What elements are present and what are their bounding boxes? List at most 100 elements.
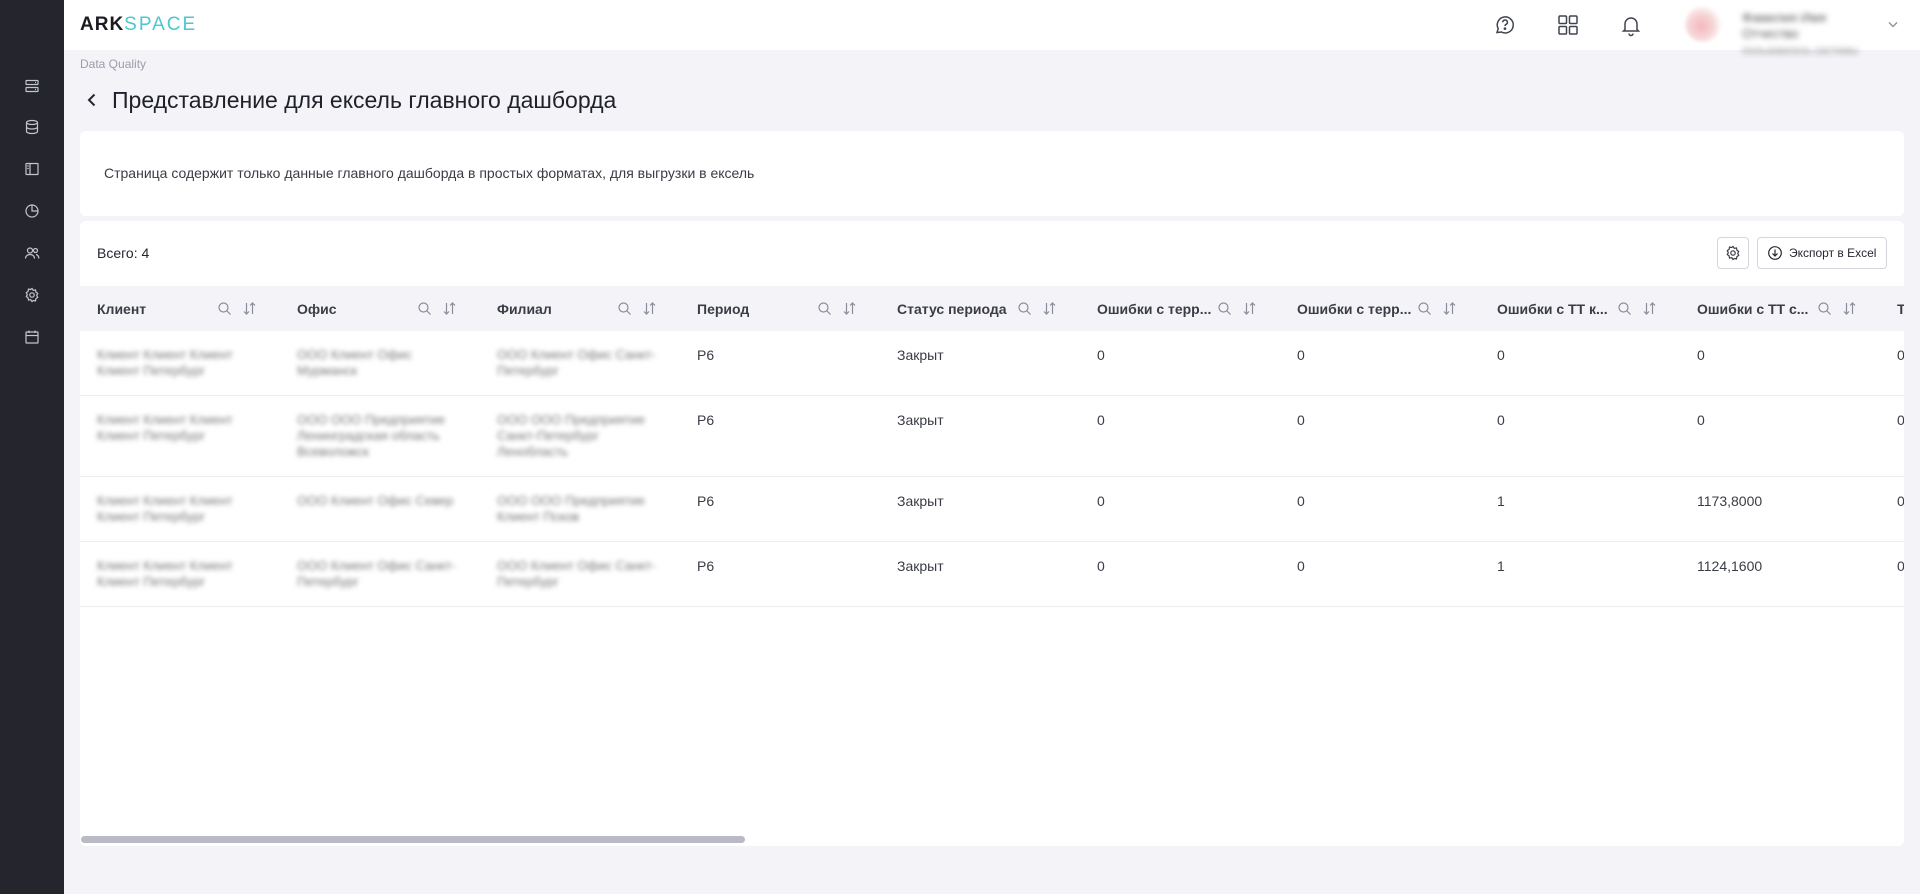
cell-branch: ООО Клиент Офис Санкт-Петербург xyxy=(497,347,656,378)
pie-icon[interactable] xyxy=(24,203,40,219)
cell-value: 0 xyxy=(1897,558,1904,574)
search-icon[interactable] xyxy=(1017,301,1032,316)
sort-icon[interactable] xyxy=(242,301,257,316)
export-excel-button[interactable]: Экспорт в Excel xyxy=(1757,237,1887,269)
cell-branch: ООО ООО Предприятие Клиент Псков xyxy=(497,493,646,524)
search-icon[interactable] xyxy=(1617,301,1632,316)
column-header-errors-tt-2: Ошибки с ТТ с... xyxy=(1680,286,1880,331)
search-icon[interactable] xyxy=(1817,301,1832,316)
cell-value: 1124,1600 xyxy=(1697,558,1763,574)
sort-icon[interactable] xyxy=(842,301,857,316)
cell-office: ООО Клиент Офис Мурманск xyxy=(297,347,412,378)
cell-value: 1 xyxy=(1497,493,1505,509)
table-row[interactable]: Клиент Клиент Клиент Клиент Петербург ОО… xyxy=(80,542,1904,607)
cell-period: P6 xyxy=(697,412,715,428)
cell-client: Клиент Клиент Клиент Клиент Петербург xyxy=(97,347,233,378)
column-header-truncated: Т xyxy=(1880,286,1904,331)
logo-part-space: SPACE xyxy=(124,14,198,35)
column-header-period-status: Статус периода xyxy=(880,286,1080,331)
cell-value: 0 xyxy=(1097,412,1105,428)
column-header-client: Клиент xyxy=(80,286,280,331)
sort-icon[interactable] xyxy=(1642,301,1657,316)
cell-branch: ООО ООО Предприятие Санкт-Петербург Лено… xyxy=(497,412,646,459)
gear-icon xyxy=(1726,245,1740,261)
panel-icon[interactable] xyxy=(24,161,40,177)
column-header-errors-tt-1: Ошибки с ТТ к... xyxy=(1480,286,1680,331)
sidebar xyxy=(0,0,64,894)
column-header-period: Период xyxy=(680,286,880,331)
cell-value: 0 xyxy=(1897,347,1904,363)
logo[interactable]: ARKSPACE xyxy=(80,14,197,36)
cell-status: Закрыт xyxy=(897,347,944,363)
users-icon[interactable] xyxy=(24,245,40,261)
description-text: Страница содержит только данные главного… xyxy=(104,165,755,181)
cell-value: 0 xyxy=(1297,412,1305,428)
column-label: Статус периода xyxy=(897,301,1007,317)
bell-icon[interactable] xyxy=(1619,13,1643,37)
total-count: Всего: 4 xyxy=(97,245,150,261)
cell-client: Клиент Клиент Клиент Клиент Петербург xyxy=(97,412,233,443)
column-label: Период xyxy=(697,301,750,317)
table-settings-button[interactable] xyxy=(1717,237,1749,269)
cell-period: P6 xyxy=(697,347,715,363)
search-icon[interactable] xyxy=(217,301,232,316)
cell-value: 0 xyxy=(1897,412,1904,428)
user-role: пользователь системы xyxy=(1742,45,1859,57)
cell-office: ООО Клиент Офис Санкт-Петербург xyxy=(297,558,456,589)
chevron-down-icon[interactable] xyxy=(1886,17,1900,31)
top-header: ARKSPACE Фамилия Имя Отчество пользовате… xyxy=(64,0,1920,57)
column-header-errors-territory-1: Ошибки с терр... xyxy=(1080,286,1280,331)
list-rows-icon[interactable] xyxy=(24,78,40,94)
column-header-office: Офис xyxy=(280,286,480,331)
table-row[interactable]: Клиент Клиент Клиент Клиент Петербург ОО… xyxy=(80,396,1904,477)
download-icon xyxy=(1768,246,1782,260)
user-name: Фамилия Имя Отчество xyxy=(1742,10,1827,41)
database-icon[interactable] xyxy=(24,119,40,135)
column-label: Офис xyxy=(297,301,337,317)
cell-value: 0 xyxy=(1497,347,1505,363)
horizontal-scrollbar[interactable] xyxy=(81,836,745,843)
gear-icon[interactable] xyxy=(24,287,40,303)
column-label: Т xyxy=(1897,301,1904,317)
sort-icon[interactable] xyxy=(1242,301,1257,316)
table-row[interactable]: Клиент Клиент Клиент Клиент Петербург ОО… xyxy=(80,477,1904,542)
sort-icon[interactable] xyxy=(442,301,457,316)
breadcrumb[interactable]: Data Quality xyxy=(80,57,146,71)
search-icon[interactable] xyxy=(1417,301,1432,316)
cell-value: 1173,8000 xyxy=(1697,493,1763,509)
search-icon[interactable] xyxy=(617,301,632,316)
user-info[interactable]: Фамилия Имя Отчество пользователь систем… xyxy=(1742,10,1862,57)
description-card: Страница содержит только данные главного… xyxy=(80,131,1904,216)
cell-value: 0 xyxy=(1297,558,1305,574)
table-body: Клиент Клиент Клиент Клиент Петербург ОО… xyxy=(80,331,1904,607)
export-excel-label: Экспорт в Excel xyxy=(1789,246,1877,260)
sort-icon[interactable] xyxy=(1842,301,1857,316)
search-icon[interactable] xyxy=(817,301,832,316)
sort-icon[interactable] xyxy=(1442,301,1457,316)
avatar[interactable] xyxy=(1685,6,1721,42)
logo-part-ark: ARK xyxy=(80,14,125,35)
table-card: Всего: 4 Экспорт в Excel Клиент Офис Фил… xyxy=(80,221,1904,846)
search-icon[interactable] xyxy=(1217,301,1232,316)
chat-question-icon[interactable] xyxy=(1493,13,1517,37)
column-label: Филиал xyxy=(497,301,552,317)
column-label: Ошибки с ТТ с... xyxy=(1697,301,1809,317)
search-icon[interactable] xyxy=(417,301,432,316)
table-row[interactable]: Клиент Клиент Клиент Клиент Петербург ОО… xyxy=(80,331,1904,396)
sort-icon[interactable] xyxy=(1042,301,1057,316)
apps-grid-icon[interactable] xyxy=(1556,13,1580,37)
cell-value: 0 xyxy=(1697,347,1705,363)
column-header-branch: Филиал xyxy=(480,286,680,331)
cell-period: P6 xyxy=(697,493,715,509)
cell-value: 0 xyxy=(1897,493,1904,509)
back-button[interactable] xyxy=(82,90,102,110)
cell-status: Закрыт xyxy=(897,558,944,574)
cell-value: 0 xyxy=(1297,347,1305,363)
sort-icon[interactable] xyxy=(642,301,657,316)
cell-value: 0 xyxy=(1697,412,1705,428)
column-label: Ошибки с ТТ к... xyxy=(1497,301,1608,317)
cell-office: ООО ООО Предприятие Ленинградская област… xyxy=(297,412,446,459)
calendar-icon[interactable] xyxy=(24,329,40,345)
column-label: Ошибки с терр... xyxy=(1097,301,1212,317)
cell-value: 0 xyxy=(1297,493,1305,509)
